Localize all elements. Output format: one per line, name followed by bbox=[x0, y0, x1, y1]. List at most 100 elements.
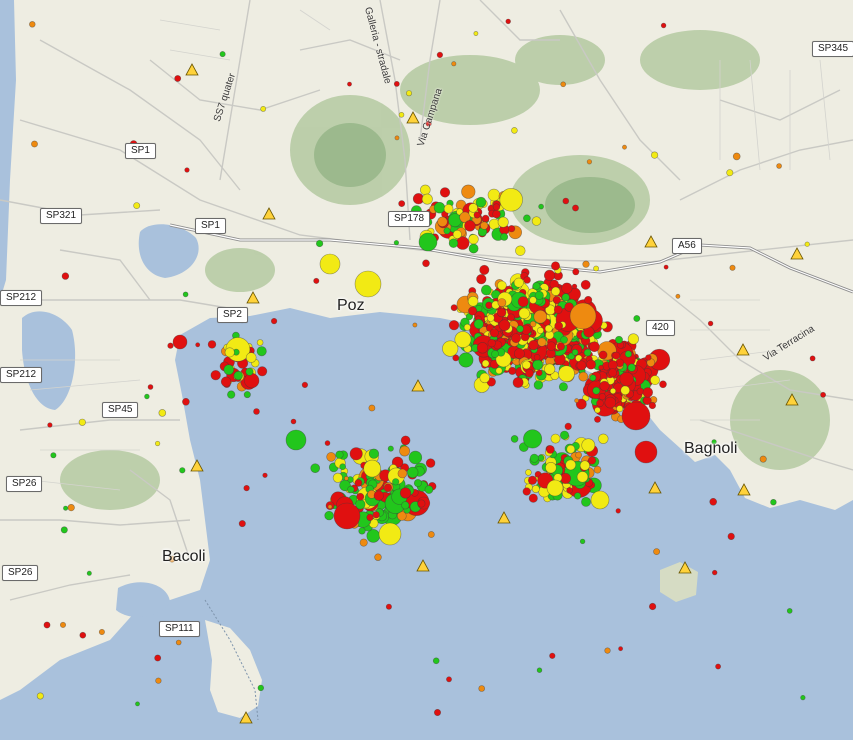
earthquake-marker[interactable] bbox=[310, 463, 321, 474]
earthquake-marker[interactable] bbox=[61, 272, 70, 280]
earthquake-marker[interactable] bbox=[195, 342, 201, 348]
earthquake-marker[interactable] bbox=[565, 459, 577, 471]
earthquake-marker[interactable] bbox=[487, 188, 501, 202]
earthquake-marker[interactable] bbox=[359, 538, 368, 547]
earthquake-marker[interactable] bbox=[392, 478, 400, 486]
earthquake-marker[interactable] bbox=[573, 492, 582, 500]
earthquake-marker[interactable] bbox=[615, 508, 621, 514]
earthquake-marker[interactable] bbox=[538, 203, 544, 210]
earthquake-marker[interactable] bbox=[319, 253, 341, 275]
earthquake-marker[interactable] bbox=[607, 360, 618, 370]
earthquake-marker[interactable] bbox=[256, 346, 267, 357]
earthquake-marker[interactable] bbox=[598, 433, 609, 444]
earthquake-marker[interactable] bbox=[220, 376, 232, 387]
earthquake-marker[interactable] bbox=[394, 135, 400, 141]
earthquake-marker[interactable] bbox=[525, 469, 532, 476]
earthquake-marker[interactable] bbox=[373, 490, 384, 501]
earthquake-marker[interactable] bbox=[550, 261, 560, 271]
earthquake-marker[interactable] bbox=[648, 602, 657, 611]
earthquake-marker[interactable] bbox=[446, 676, 452, 683]
earthquake-marker[interactable] bbox=[78, 418, 86, 426]
earthquake-marker[interactable] bbox=[354, 270, 382, 298]
earthquake-marker[interactable] bbox=[398, 112, 405, 118]
earthquake-marker[interactable] bbox=[491, 350, 499, 358]
earthquake-marker[interactable] bbox=[481, 359, 490, 368]
earthquake-marker[interactable] bbox=[485, 301, 493, 309]
earthquake-marker[interactable] bbox=[533, 353, 541, 361]
earthquake-marker[interactable] bbox=[594, 415, 601, 423]
earthquake-marker[interactable] bbox=[243, 485, 250, 492]
earthquake-marker[interactable] bbox=[393, 81, 400, 87]
earthquake-marker[interactable] bbox=[732, 152, 741, 161]
earthquake-marker[interactable] bbox=[224, 347, 235, 358]
earthquake-marker[interactable] bbox=[332, 472, 343, 483]
earthquake-marker[interactable] bbox=[413, 479, 422, 488]
earthquake-marker[interactable] bbox=[820, 391, 826, 398]
earthquake-marker[interactable] bbox=[476, 274, 487, 285]
earthquake-marker[interactable] bbox=[551, 286, 561, 296]
earthquake-marker[interactable] bbox=[561, 293, 570, 302]
earthquake-marker[interactable] bbox=[425, 458, 436, 468]
earthquake-marker[interactable] bbox=[244, 373, 260, 389]
earthquake-marker[interactable] bbox=[528, 340, 539, 351]
earthquake-marker[interactable] bbox=[634, 440, 658, 464]
earthquake-marker[interactable] bbox=[560, 335, 568, 344]
earthquake-marker[interactable] bbox=[518, 307, 530, 320]
earthquake-marker[interactable] bbox=[592, 386, 601, 395]
earthquake-marker[interactable] bbox=[537, 454, 545, 462]
earthquake-marker[interactable] bbox=[374, 553, 382, 561]
earthquake-marker[interactable] bbox=[301, 381, 309, 389]
earthquake-marker[interactable] bbox=[154, 654, 162, 662]
earthquake-marker[interactable] bbox=[86, 570, 92, 576]
earthquake-marker[interactable] bbox=[556, 342, 565, 351]
earthquake-marker[interactable] bbox=[809, 355, 816, 362]
earthquake-marker[interactable] bbox=[442, 340, 459, 357]
earthquake-marker[interactable] bbox=[347, 485, 355, 494]
earthquake-marker[interactable] bbox=[580, 279, 591, 290]
earthquake-marker[interactable] bbox=[584, 295, 593, 304]
earthquake-marker[interactable] bbox=[645, 354, 652, 361]
earthquake-marker[interactable] bbox=[508, 366, 517, 375]
earthquake-marker[interactable] bbox=[612, 351, 621, 360]
earthquake-marker[interactable] bbox=[516, 325, 524, 333]
earthquake-marker[interactable] bbox=[514, 348, 525, 359]
earthquake-marker[interactable] bbox=[427, 531, 435, 538]
earthquake-marker[interactable] bbox=[579, 538, 586, 545]
earthquake-marker[interactable] bbox=[622, 144, 627, 150]
earthquake-marker[interactable] bbox=[29, 21, 36, 28]
earthquake-marker[interactable] bbox=[481, 214, 490, 223]
earthquake-marker[interactable] bbox=[184, 167, 190, 173]
earthquake-marker[interactable] bbox=[497, 298, 507, 307]
earthquake-marker[interactable] bbox=[544, 324, 553, 333]
earthquake-marker[interactable] bbox=[408, 450, 423, 465]
earthquake-marker[interactable] bbox=[458, 352, 474, 368]
earthquake-marker[interactable] bbox=[786, 608, 793, 614]
earthquake-marker[interactable] bbox=[804, 241, 810, 247]
earthquake-marker[interactable] bbox=[500, 232, 509, 241]
earthquake-marker[interactable] bbox=[368, 404, 376, 412]
earthquake-marker[interactable] bbox=[421, 193, 433, 205]
earthquake-marker[interactable] bbox=[566, 444, 576, 454]
earthquake-marker[interactable] bbox=[546, 445, 555, 454]
earthquake-marker[interactable] bbox=[326, 452, 336, 462]
earthquake-marker[interactable] bbox=[648, 401, 657, 410]
earthquake-marker[interactable] bbox=[513, 277, 524, 288]
earthquake-marker[interactable] bbox=[480, 221, 489, 230]
earthquake-marker[interactable] bbox=[450, 304, 458, 312]
earthquake-marker[interactable] bbox=[536, 667, 543, 673]
earthquake-marker[interactable] bbox=[158, 409, 167, 417]
earthquake-marker[interactable] bbox=[715, 663, 721, 670]
earthquake-marker[interactable] bbox=[529, 453, 539, 463]
earthquake-marker[interactable] bbox=[582, 260, 590, 268]
earthquake-marker[interactable] bbox=[135, 701, 140, 707]
earthquake-marker[interactable] bbox=[618, 646, 623, 652]
earthquake-marker[interactable] bbox=[776, 163, 782, 169]
earthquake-marker[interactable] bbox=[545, 462, 557, 474]
earthquake-marker[interactable] bbox=[659, 380, 667, 389]
earthquake-marker[interactable] bbox=[598, 350, 608, 360]
earthquake-marker[interactable] bbox=[366, 513, 374, 522]
earthquake-marker[interactable] bbox=[59, 621, 66, 628]
earthquake-marker[interactable] bbox=[529, 296, 537, 304]
earthquake-marker[interactable] bbox=[207, 340, 217, 349]
earthquake-marker[interactable] bbox=[660, 22, 667, 29]
